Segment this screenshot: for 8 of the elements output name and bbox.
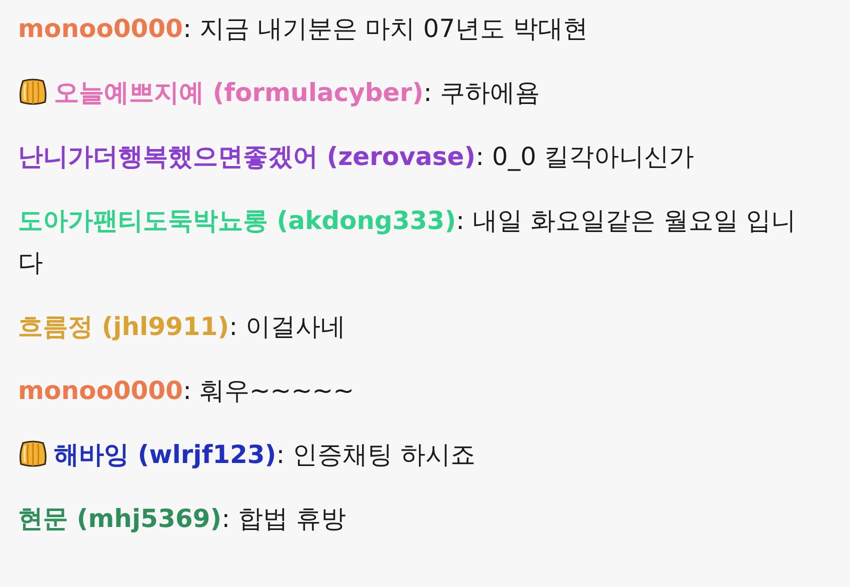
- chat-message: 해바잉 (wlrjf123): 인증채팅 하시죠: [54, 440, 476, 469]
- chat-message: 오늘예쁘지예 (formulacyber): 쿠하에욤: [54, 78, 540, 107]
- chat-message: monoo0000: 지금 내기분은 마치 07년도 박대현: [18, 14, 588, 43]
- chat-message: 현문 (mhj5369): 합법 휴방: [18, 504, 346, 533]
- chat-message: 흐름정 (jhl9911): 이걸사네: [18, 312, 346, 341]
- chat-message: monoo0000: 훠우~~~~~: [18, 376, 354, 405]
- chat-message: 도아가팬티도둑박뇨롱 (akdong333): 내일 화요일같은 월요일 입니다: [18, 206, 796, 277]
- chat-message: 난니가더행복했으면좋겠어 (zerovase): 0_0 킬각아니신가: [18, 142, 694, 171]
